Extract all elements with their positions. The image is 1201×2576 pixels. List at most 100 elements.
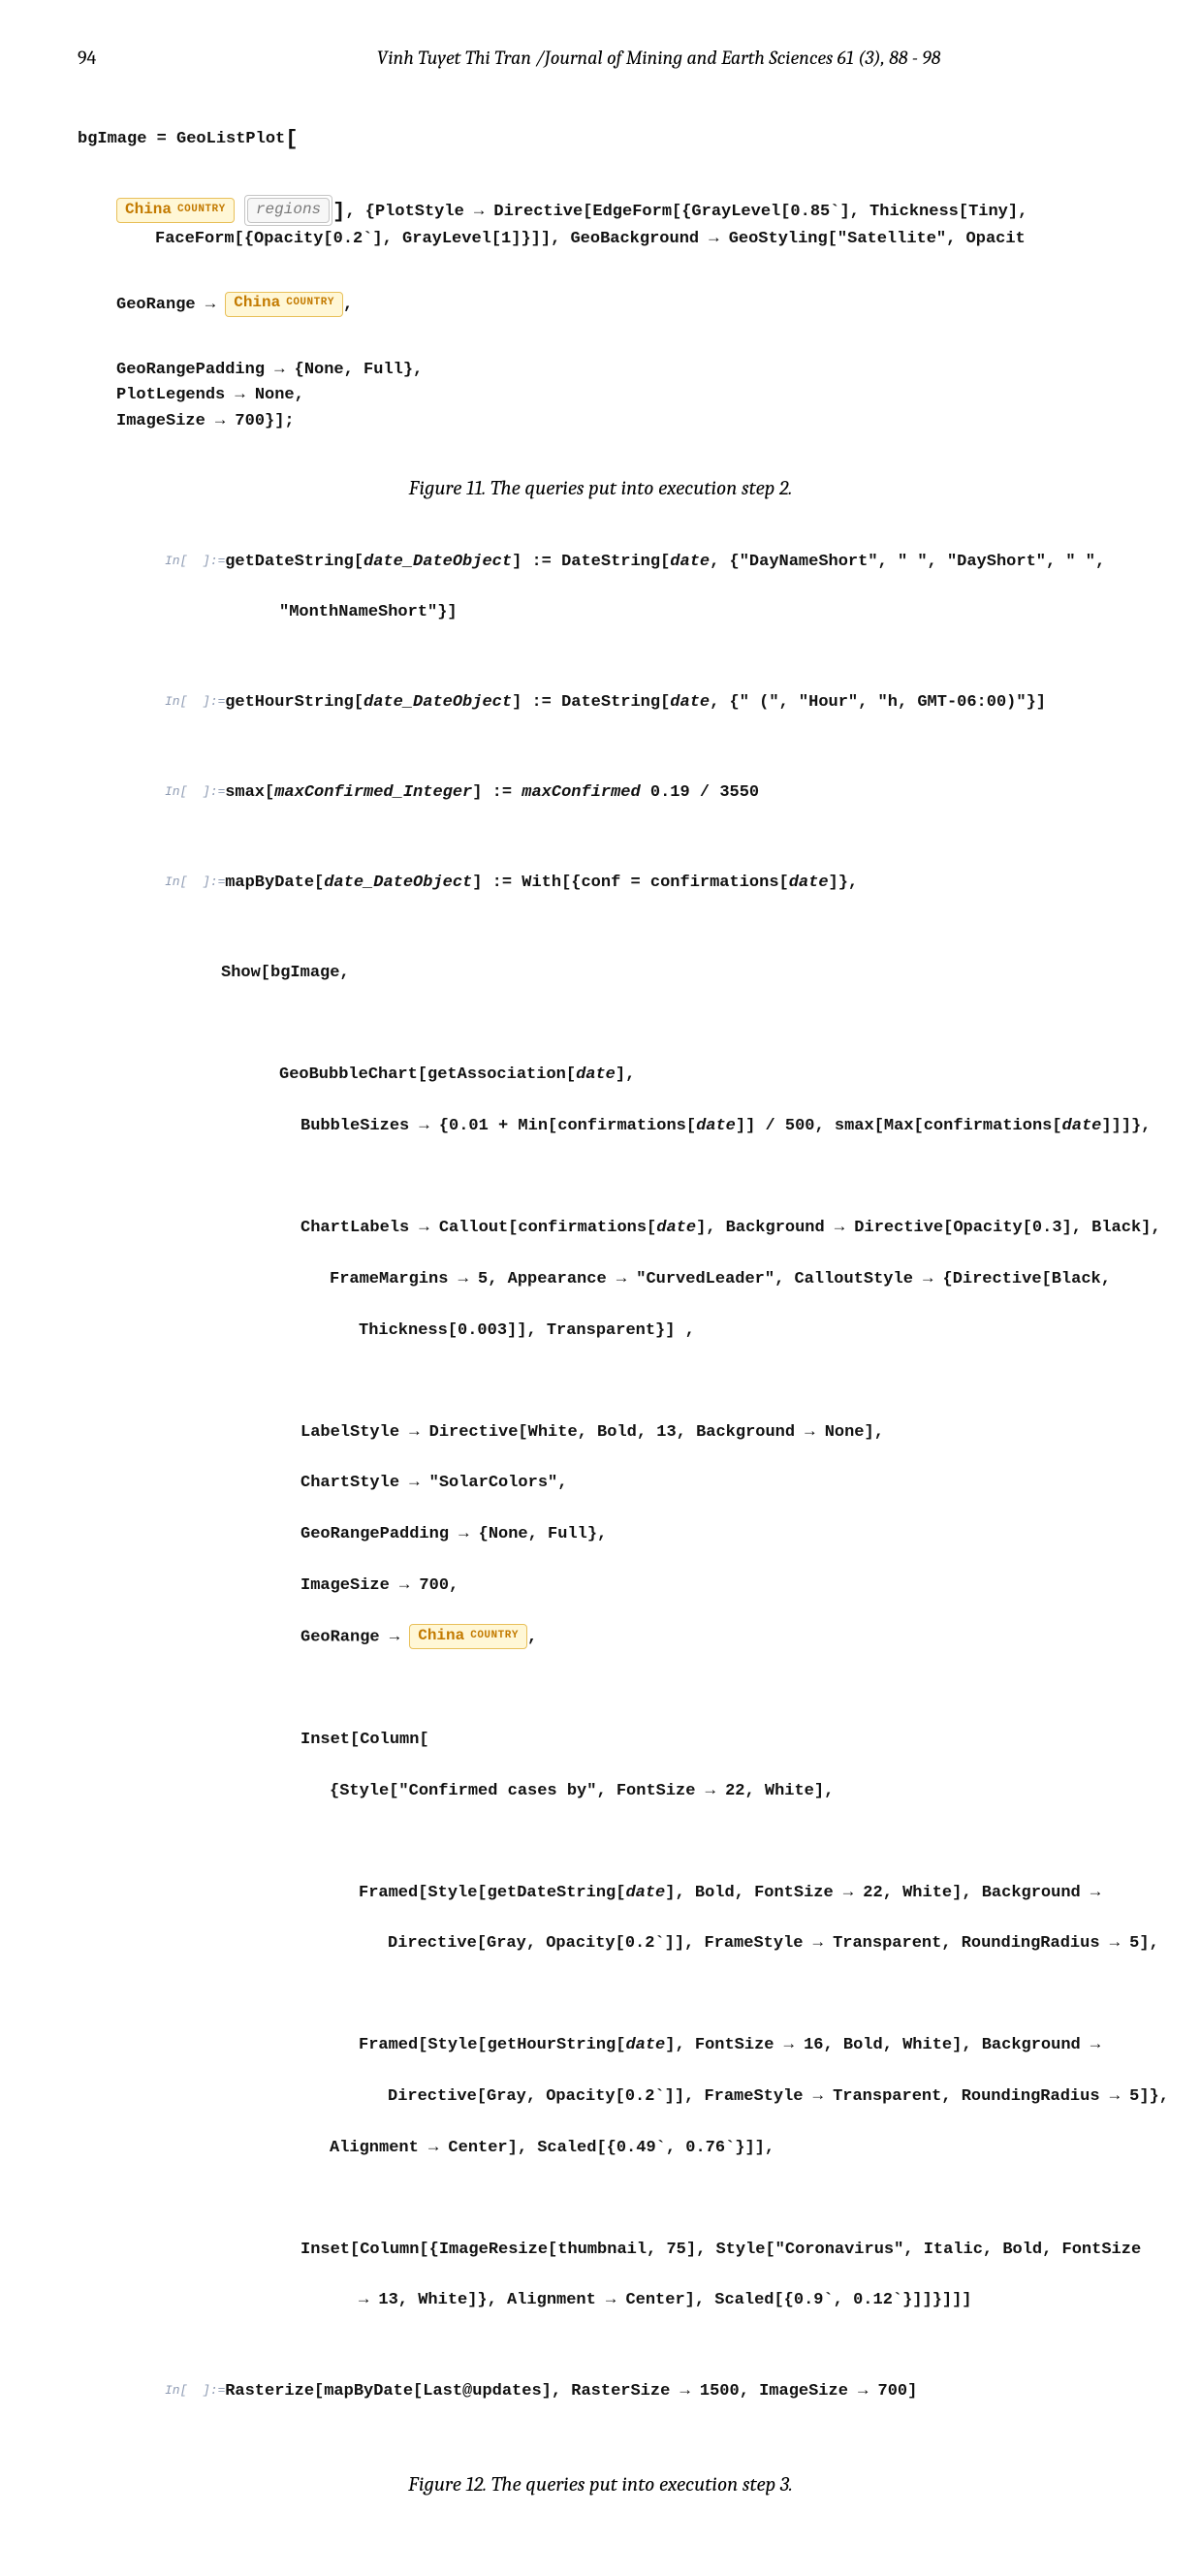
page-container: 94 Vinh Tuyet Thi Tran /Journal of Minin…	[0, 0, 1201, 2576]
code-block-1: bgImage = GeoListPlot[ ChinaCOUNTRY regi…	[78, 96, 1123, 460]
code-line: BubbleSizes → {0.01 + Min[confirmations[…	[165, 1114, 1123, 1139]
code-text: ],	[616, 1065, 635, 1084]
code-text: ] :=	[472, 783, 521, 802]
code-text: getHourString[	[225, 693, 363, 712]
code-line: GeoRangePadding → {None, Full},	[78, 361, 423, 379]
code-text: Framed[Style[getDateString[	[359, 1884, 625, 1902]
code-line: In[ ]:= Rasterize[mapByDate[Last@updates…	[165, 2379, 1123, 2404]
code-line: ChinaCOUNTRY regions], {PlotStyle → Dire…	[78, 203, 1027, 221]
entity-type: COUNTRY	[286, 295, 334, 311]
figure-12-caption: Figure 12. The queries put into executio…	[78, 2473, 1123, 2496]
code-line: ImageSize → 700}];	[78, 412, 295, 430]
in-label: In[ ]:=	[165, 552, 215, 571]
code-text: Framed[Style[getHourString[	[359, 2036, 625, 2054]
code-text: GeoBubbleChart[getAssociation[	[279, 1065, 576, 1084]
code-text: , {PlotStyle → Directive[EdgeForm[{GrayL…	[345, 203, 1027, 221]
code-line: GeoRange → China COUNTRY,	[165, 1624, 1123, 1651]
code-line: ChartLabels → Callout[confirmations[date…	[165, 1216, 1123, 1241]
in-label: In[ ]:=	[165, 782, 215, 802]
code-italic: date	[670, 553, 710, 571]
entity-china: China COUNTRY	[116, 198, 235, 223]
code-text: mapByDate[	[225, 874, 324, 892]
entity-china: China COUNTRY	[225, 292, 343, 317]
code-line: LabelStyle → Directive[White, Bold, 13, …	[165, 1420, 1123, 1446]
entity-name: China	[234, 291, 280, 315]
code-line: Inset[Column[{ImageResize[thumbnail, 75]…	[165, 2238, 1123, 2263]
code-line: {Style["Confirmed cases by", FontSize → …	[165, 1779, 1123, 1804]
code-line: PlotLegends → None,	[78, 386, 304, 404]
code-text: ,	[527, 1629, 537, 1647]
code-line: GeoRangePadding → {None, Full},	[165, 1522, 1123, 1547]
code-italic: date	[696, 1117, 736, 1135]
code-text: , {"DayNameShort", " ", "DayShort", " ",	[710, 553, 1105, 571]
entity-regions-wrapper: regions	[244, 195, 332, 226]
big-bracket-close: ]	[332, 200, 345, 224]
code-line: Framed[Style[getDateString[date], Bold, …	[165, 1881, 1123, 1906]
code-text: ]]]},	[1101, 1117, 1151, 1135]
code-line: ImageSize → 700,	[165, 1574, 1123, 1599]
code-line: Alignment → Center], Scaled[{0.49`, 0.76…	[165, 2136, 1123, 2161]
code-text: ChartLabels → Callout[confirmations[	[300, 1219, 656, 1237]
code-text: ,	[343, 296, 353, 314]
code-line: bgImage = GeoListPlot	[78, 130, 285, 148]
entity-name: China	[125, 198, 172, 222]
code-italic: date	[625, 1884, 665, 1902]
code-line: In[ ]:= getHourString[date_DateObject] :…	[165, 690, 1123, 716]
in-label: In[ ]:=	[165, 873, 215, 892]
code-italic: date	[656, 1219, 696, 1237]
code-line: Thickness[0.003]], Transparent}] ,	[165, 1319, 1123, 1344]
code-text: ] := DateString[	[512, 553, 670, 571]
code-text: GeoRange →	[300, 1629, 409, 1647]
code-text: , {" (", "Hour", "h, GMT-06:00)"}]	[710, 693, 1046, 712]
journal-title: Vinh Tuyet Thi Tran /Journal of Mining a…	[194, 47, 1123, 69]
code-line: GeoRange → ChinaCOUNTRY,	[78, 296, 353, 314]
code-text: 0.19 / 3550	[641, 783, 759, 802]
code-italic: date	[625, 2036, 665, 2054]
code-text: ]] / 500, smax[Max[confirmations[	[736, 1117, 1062, 1135]
code-line: Inset[Column[	[165, 1728, 1123, 1753]
code-italic: maxConfirmed_Integer	[274, 783, 472, 802]
entity-regions: regions	[247, 198, 330, 223]
code-line: In[ ]:= smax[maxConfirmed_Integer] := ma…	[165, 780, 1123, 806]
code-text: ], FontSize → 16, Bold, White], Backgrou…	[665, 2036, 1100, 2054]
code-line: In[ ]:= mapByDate[date_DateObject] := Wi…	[165, 871, 1123, 896]
code-line: Directive[Gray, Opacity[0.2`]], FrameSty…	[165, 2084, 1123, 2110]
code-line: GeoBubbleChart[getAssociation[date],	[165, 1063, 1123, 1088]
code-text: ], Bold, FontSize → 22, White], Backgrou…	[665, 1884, 1100, 1902]
entity-type: COUNTRY	[177, 202, 226, 218]
code-italic: date	[1062, 1117, 1102, 1135]
code-line: "MonthNameShort"}]	[165, 600, 1123, 625]
code-line: In[ ]:= getDateString[date_DateObject] :…	[165, 550, 1123, 575]
code-italic: date_DateObject	[363, 553, 512, 571]
code-line: Show[bgImage,	[165, 961, 1123, 986]
entity-name: China	[418, 1624, 464, 1648]
code-italic: date_DateObject	[363, 693, 512, 712]
code-text: ]},	[829, 874, 859, 892]
code-line: FaceForm[{Opacity[0.2`], GrayLevel[1]}]]…	[78, 230, 1026, 248]
code-text: getDateString[	[225, 553, 363, 571]
code-line: Framed[Style[getHourString[date], FontSi…	[165, 2033, 1123, 2058]
code-line: ChartStyle → "SolarColors",	[165, 1471, 1123, 1496]
code-text: smax[	[225, 783, 274, 802]
code-line: Directive[Gray, Opacity[0.2`]], FrameSty…	[165, 1931, 1123, 1956]
code-block-2: In[ ]:= getDateString[date_DateObject] :…	[165, 524, 1123, 2455]
in-label: In[ ]:=	[165, 2381, 215, 2401]
code-text: ] := With[{conf = confirmations[	[472, 874, 788, 892]
big-bracket-open: [	[285, 127, 298, 151]
entity-name: regions	[256, 198, 321, 222]
code-italic: date	[789, 874, 829, 892]
running-header: 94 Vinh Tuyet Thi Tran /Journal of Minin…	[78, 47, 1123, 69]
figure-11-caption: Figure 11. The queries put into executio…	[78, 477, 1123, 500]
code-line: → 13, White]}, Alignment → Center], Scal…	[165, 2288, 1123, 2313]
code-italic: date	[576, 1065, 616, 1084]
code-text: BubbleSizes → {0.01 + Min[confirmations[	[300, 1117, 696, 1135]
code-text: ], Background → Directive[Opacity[0.3], …	[696, 1219, 1160, 1237]
code-italic: maxConfirmed	[521, 783, 640, 802]
code-text: ] := DateString[	[512, 693, 670, 712]
entity-type: COUNTRY	[470, 1628, 519, 1644]
code-text: GeoRange →	[116, 296, 225, 314]
code-line: FrameMargins → 5, Appearance → "CurvedLe…	[165, 1267, 1123, 1292]
entity-china: China COUNTRY	[409, 1624, 527, 1649]
code-italic: date	[670, 693, 710, 712]
page-number: 94	[78, 47, 194, 69]
